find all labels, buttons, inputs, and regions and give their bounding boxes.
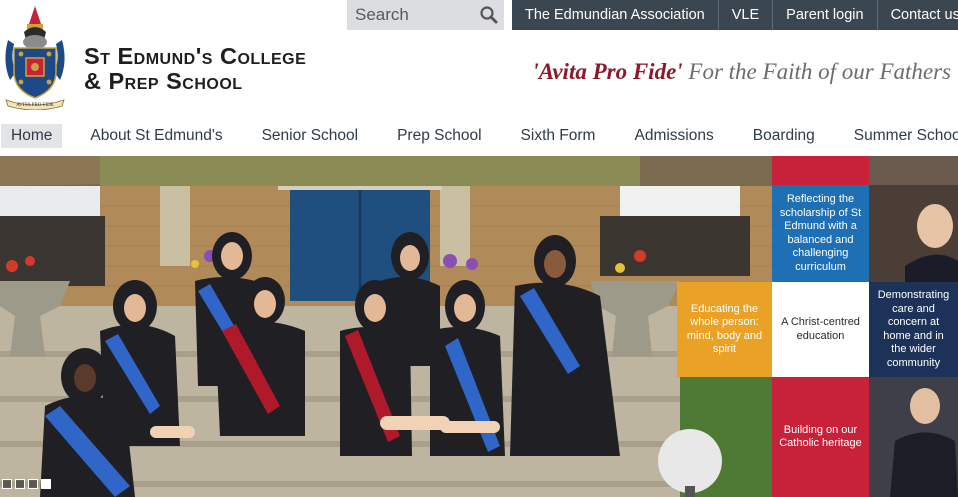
nav-admissions[interactable]: Admissions [634,124,713,148]
school-motto: 'Avita Pro Fide' For the Faith of our Fa… [532,59,951,85]
tile-care-concern[interactable]: Demonstrating care and concern at home a… [869,282,958,377]
search-button[interactable] [478,4,500,26]
utility-nav: The Edmundian Association VLE Parent log… [512,0,958,30]
nav-senior-school[interactable]: Senior School [262,124,359,148]
tile-scholarship[interactable]: Reflecting the scholarship of St Edmund … [772,185,869,282]
vle-link[interactable]: VLE [719,0,774,30]
tile-christ-centred[interactable]: A Christ-centred education [772,282,869,377]
nav-prep-school[interactable]: Prep School [397,124,481,148]
hero-tile-red-top [772,156,869,185]
tile-catholic-heritage[interactable]: Building on our Catholic heritage [772,377,869,497]
school-name-line-1: St Edmund's College [84,43,307,69]
svg-text:AVITA PRO FIDE: AVITA PRO FIDE [16,103,54,108]
parent-login-link[interactable]: Parent login [773,0,878,30]
slider-dot-1[interactable] [2,479,12,489]
motto-english: For the Faith of our Fathers [688,59,951,84]
edmundian-association-link[interactable]: The Edmundian Association [512,0,719,30]
slider-pagination [2,479,51,489]
slider-dot-4[interactable] [41,479,51,489]
contact-us-link[interactable]: Contact us [878,0,958,30]
tile-whole-person[interactable]: Educating the whole person: mind, body a… [677,282,772,377]
motto-latin: 'Avita Pro Fide' [532,59,683,84]
slider-dot-2[interactable] [15,479,25,489]
nav-boarding[interactable]: Boarding [753,124,815,148]
search-input[interactable] [347,0,475,30]
school-name[interactable]: St Edmund's College & Prep School [84,44,306,94]
nav-about[interactable]: About St Edmund's [90,124,222,148]
search-icon [480,6,498,24]
nav-summer-school[interactable]: Summer School [854,124,958,148]
nav-sixth-form[interactable]: Sixth Form [521,124,596,148]
school-crest-logo[interactable]: AVITA PRO FIDE [2,2,68,110]
school-name-line-2: & Prep School [84,68,243,94]
nav-home[interactable]: Home [1,124,63,148]
main-nav: Home About St Edmund's Senior School Pre… [0,124,958,148]
search-box [347,0,504,30]
slider-dot-3[interactable] [28,479,38,489]
